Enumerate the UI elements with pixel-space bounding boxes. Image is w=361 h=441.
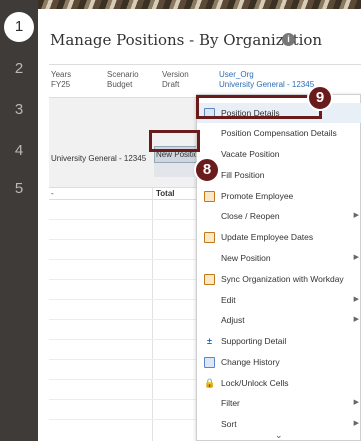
menu-item-edit[interactable]: Edit ▶ (197, 290, 361, 310)
callout-highlight-box (196, 95, 322, 119)
submenu-arrow-icon: ▶ (353, 399, 359, 406)
step-5[interactable]: 5 (0, 180, 38, 197)
step-3[interactable]: 3 (0, 101, 38, 118)
pov-value: FY25 (51, 80, 71, 89)
pov-label: Scenario (107, 70, 139, 79)
submenu-arrow-icon: ▶ (353, 296, 359, 303)
submenu-arrow-icon: ▶ (353, 316, 359, 323)
lock-icon: 🔒 (204, 378, 216, 388)
banner-image (38, 0, 361, 9)
menu-item-position-compensation[interactable]: Position Compensation Details (197, 123, 361, 143)
step-1[interactable]: 1 (4, 12, 34, 42)
menu-item-label: Position Compensation Details (221, 128, 337, 138)
grid-divider (152, 187, 153, 441)
menu-item-close-reopen[interactable]: Close / Reopen ▶ (197, 206, 361, 226)
menu-item-label: Lock/Unlock Cells (221, 378, 289, 388)
row-header-org[interactable]: University General - 12345 (51, 154, 146, 163)
menu-item-label: Promote Employee (221, 191, 294, 201)
pov-value: University General - 12345 (219, 80, 315, 89)
update-dates-icon (204, 232, 215, 243)
menu-item-label: Vacate Position (221, 149, 280, 159)
supporting-detail-icon: ± (207, 336, 212, 346)
context-menu: Position Details Position Compensation D… (196, 94, 361, 441)
menu-item-label: Change History (221, 357, 280, 367)
step-2[interactable]: 2 (0, 60, 38, 77)
menu-item-promote-employee[interactable]: Promote Employee (197, 186, 361, 206)
menu-item-label: Sync Organization with Workday (221, 274, 344, 284)
menu-item-change-history[interactable]: Change History (197, 352, 361, 372)
pov-label: Version (162, 70, 189, 79)
menu-item-label: Fill Position (221, 170, 265, 180)
pov-value: Budget (107, 80, 133, 89)
step-rail: 1 2 3 4 5 (0, 0, 38, 441)
callout-badge-8: 8 (194, 157, 220, 183)
menu-item-sync-organization[interactable]: Sync Organization with Workday (197, 269, 361, 289)
pov-label: User_Org (219, 70, 254, 79)
menu-item-fill-position[interactable]: Fill Position (197, 165, 361, 185)
pov-years[interactable]: Years FY25 (51, 70, 71, 90)
menu-item-label: Edit (221, 295, 236, 305)
menu-item-lock-unlock[interactable]: 🔒 Lock/Unlock Cells (197, 373, 361, 393)
change-history-icon (204, 357, 215, 368)
menu-item-label: Supporting Detail (221, 336, 287, 346)
menu-item-label: New Position (221, 253, 271, 263)
menu-item-label: Close / Reopen (221, 211, 280, 221)
promote-icon (204, 191, 215, 202)
pov-value: Draft (162, 80, 180, 89)
callout-highlight-box (149, 130, 200, 152)
menu-item-supporting-detail[interactable]: ± Supporting Detail (197, 331, 361, 351)
row-label[interactable]: - (51, 189, 54, 198)
menu-item-vacate-position[interactable]: Vacate Position (197, 144, 361, 164)
submenu-arrow-icon: ▶ (353, 212, 359, 219)
callout-badge-9: 9 (307, 85, 333, 111)
menu-item-filter[interactable]: Filter ▶ (197, 393, 361, 413)
submenu-arrow-icon: ▶ (353, 420, 359, 427)
sync-icon (204, 274, 215, 285)
menu-item-label: Filter (221, 398, 240, 408)
submenu-arrow-icon: ▶ (353, 254, 359, 261)
menu-item-label: Update Employee Dates (221, 232, 314, 242)
menu-item-update-employee-dates[interactable]: Update Employee Dates (197, 227, 361, 247)
step-4[interactable]: 4 (0, 142, 38, 159)
menu-item-new-position[interactable]: New Position ▶ (197, 248, 361, 268)
menu-item-adjust[interactable]: Adjust ▶ (197, 310, 361, 330)
pov-label: Years (51, 70, 72, 79)
menu-item-label: Adjust (221, 315, 245, 325)
info-icon[interactable]: i (282, 33, 295, 46)
pov-scenario[interactable]: Scenario Budget (107, 70, 139, 90)
menu-item-label: Sort (221, 419, 237, 429)
pov-user-org[interactable]: User_Org University General - 12345 (219, 70, 314, 90)
grid-cell[interactable] (154, 163, 199, 177)
total-label: Total (156, 189, 175, 198)
pov-version[interactable]: Version Draft (162, 70, 189, 90)
scroll-down-chevron-icon[interactable]: ⌄ (275, 430, 283, 441)
